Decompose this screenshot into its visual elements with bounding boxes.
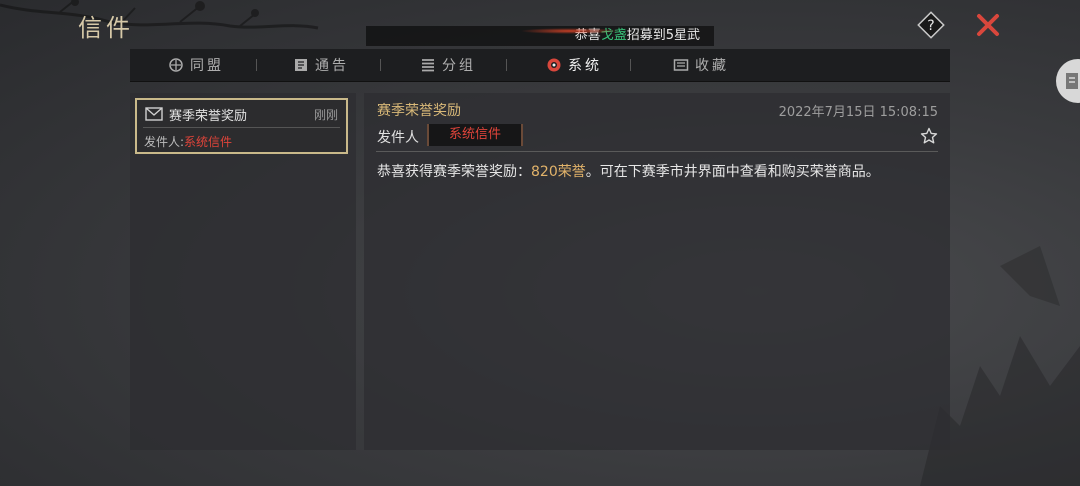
tab-divider xyxy=(506,59,507,71)
page-title: 信件 xyxy=(78,14,134,42)
mail-list-item[interactable]: 赛季荣誉奖励 刚刚 发件人:系统信件 xyxy=(135,98,348,154)
detail-body-reward: 820荣誉 xyxy=(531,164,586,180)
question-diamond-icon: ? xyxy=(917,11,945,39)
tab-alliance-label: 同盟 xyxy=(190,58,224,74)
favorites-box-icon xyxy=(673,59,689,71)
group-icon xyxy=(422,59,434,72)
tab-notice-label: 通告 xyxy=(315,58,349,74)
mail-list-panel: 赛季荣誉奖励 刚刚 发件人:系统信件 xyxy=(130,93,356,450)
star-outline-icon xyxy=(920,127,938,144)
detail-body-prefix: 恭喜获得赛季荣誉奖励： xyxy=(377,164,531,180)
tab-alliance[interactable]: 同盟 xyxy=(168,49,224,81)
mail-item-sender: 系统信件 xyxy=(184,135,233,149)
mail-detail-panel: 赛季荣誉奖励 2022年7月15日 15:08:15 发件人 系统信件 恭喜获得… xyxy=(364,93,950,450)
close-x-icon xyxy=(977,14,999,36)
mail-item-time: 刚刚 xyxy=(313,108,338,122)
notice-icon xyxy=(295,59,307,71)
help-button[interactable]: ? xyxy=(917,11,945,39)
tab-favorites-label: 收藏 xyxy=(695,58,729,74)
mail-item-subject: 赛季荣誉奖励 xyxy=(169,109,248,124)
mail-item-sender-row: 发件人:系统信件 xyxy=(144,133,232,150)
envelope-icon xyxy=(145,107,163,121)
tab-divider xyxy=(256,59,257,71)
mail-category-tabs: 同盟 通告 分组 系统 收藏 xyxy=(130,49,950,82)
detail-divider xyxy=(376,151,938,152)
close-button[interactable] xyxy=(973,10,1003,40)
detail-sender-name: 系统信件 xyxy=(448,127,501,142)
detail-sender-badge: 系统信件 xyxy=(427,124,523,146)
detail-body-suffix: 。可在下赛季市井界面中查看和购买荣誉商品。 xyxy=(585,164,880,180)
svg-text:?: ? xyxy=(927,18,934,34)
mail-item-sender-label: 发件人: xyxy=(144,135,185,149)
tab-system[interactable]: 系统 xyxy=(546,49,602,81)
tab-group[interactable]: 分组 xyxy=(420,49,476,81)
system-gear-icon xyxy=(547,58,561,72)
tab-notice[interactable]: 通告 xyxy=(293,49,349,81)
active-tab-glow xyxy=(520,28,620,34)
alliance-icon xyxy=(169,58,183,72)
tab-group-label: 分组 xyxy=(442,58,476,74)
detail-subject: 赛季荣誉奖励 xyxy=(377,103,461,119)
detail-date: 2022年7月15日 15:08:15 xyxy=(778,105,938,120)
marquee-suffix: 招募到5星武 xyxy=(626,28,700,43)
tab-divider xyxy=(380,59,381,71)
tab-divider xyxy=(630,59,631,71)
tab-system-label: 系统 xyxy=(568,58,602,74)
detail-from-label: 发件人 xyxy=(377,130,419,146)
tab-favorites[interactable]: 收藏 xyxy=(673,49,729,81)
favorite-button[interactable] xyxy=(920,127,938,145)
mail-item-divider xyxy=(143,127,340,128)
detail-body: 恭喜获得赛季荣誉奖励：820荣誉。可在下赛季市井界面中查看和购买荣誉商品。 xyxy=(377,161,880,181)
side-menu-icon xyxy=(1066,73,1078,89)
side-floating-button[interactable] xyxy=(1056,59,1080,103)
